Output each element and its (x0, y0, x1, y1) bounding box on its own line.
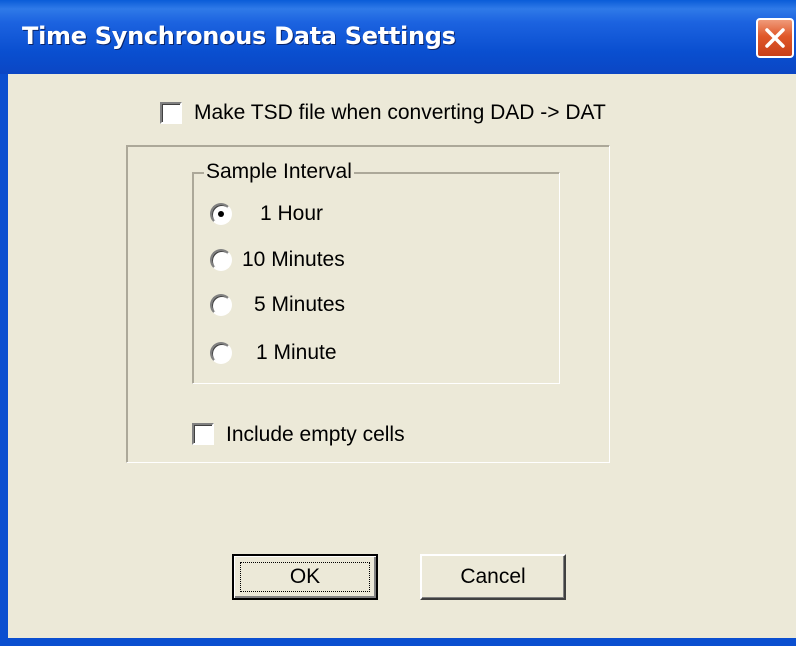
close-x-icon (765, 28, 785, 48)
dialog-window: Time Synchronous Data Settings Make TSD … (0, 0, 796, 646)
window-border-left (0, 74, 8, 646)
cancel-button[interactable]: Cancel (420, 554, 566, 600)
sample-interval-caption: Sample Interval (204, 160, 354, 184)
title-bar[interactable]: Time Synchronous Data Settings (0, 0, 796, 74)
radio-5-minutes-label[interactable]: 5 Minutes (254, 293, 345, 317)
include-empty-cells-label[interactable]: Include empty cells (226, 423, 405, 447)
radio-10-minutes-label[interactable]: 10 Minutes (242, 248, 345, 272)
make-tsd-label[interactable]: Make TSD file when converting DAD -> DAT (194, 101, 606, 125)
focus-ring (240, 562, 370, 592)
ok-button[interactable]: OK (232, 554, 378, 600)
radio-1-hour-label[interactable]: 1 Hour (260, 202, 323, 226)
radio-1-minute-label[interactable]: 1 Minute (256, 341, 337, 365)
window-title: Time Synchronous Data Settings (22, 22, 456, 50)
window-border-bottom (0, 638, 796, 646)
close-button[interactable] (756, 18, 794, 58)
radio-1-hour[interactable] (210, 203, 232, 225)
cancel-button-label: Cancel (460, 565, 526, 588)
radio-5-minutes[interactable] (210, 294, 232, 316)
make-tsd-checkbox[interactable] (160, 102, 182, 124)
sample-interval-group (192, 172, 560, 384)
radio-10-minutes[interactable] (210, 249, 232, 271)
include-empty-cells-checkbox[interactable] (192, 423, 214, 445)
radio-1-minute[interactable] (210, 342, 232, 364)
radio-selected-dot (218, 211, 224, 217)
